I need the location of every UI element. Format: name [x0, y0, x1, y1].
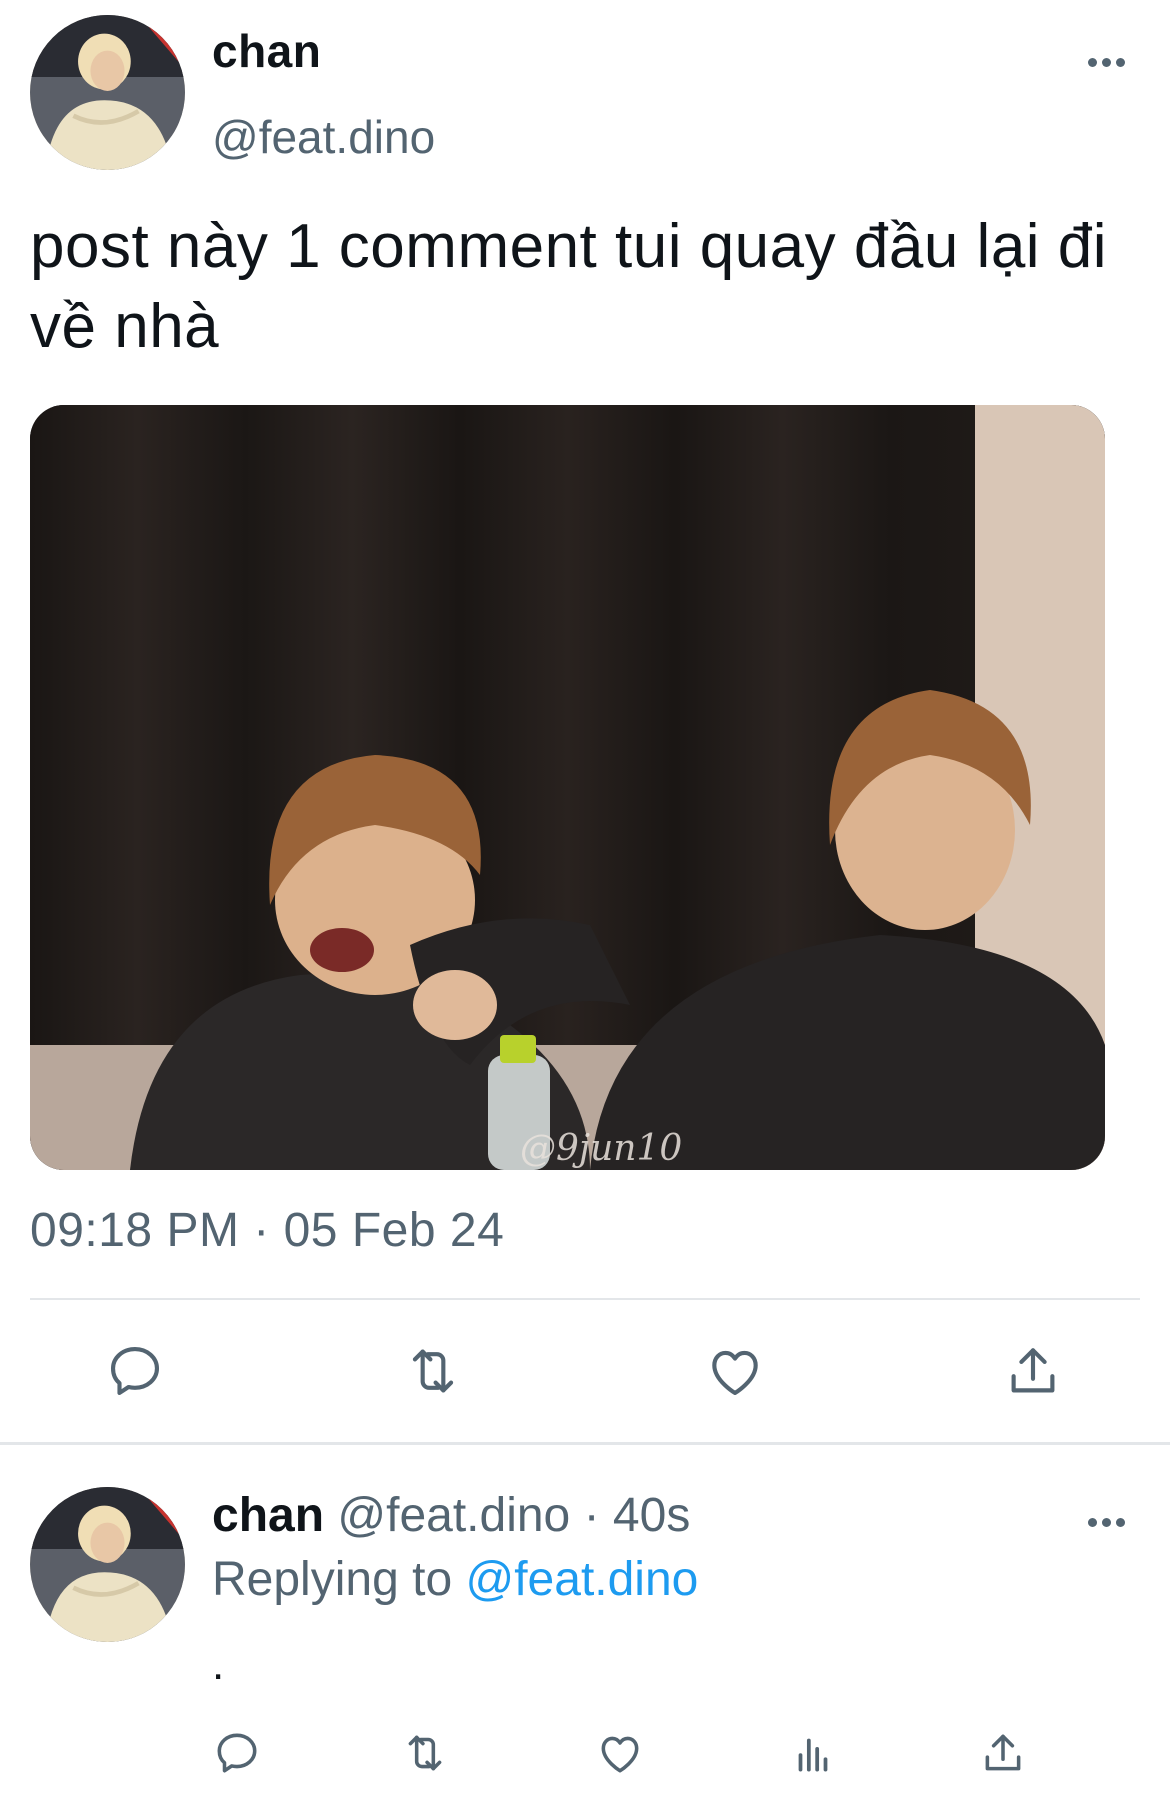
- author-handle[interactable]: @feat.dino: [212, 110, 435, 164]
- share-icon: [985, 1734, 1021, 1771]
- reply-analytics-button[interactable]: [788, 1728, 838, 1778]
- tweet-image[interactable]: @9jun10: [30, 405, 1105, 1170]
- like-icon: [601, 1736, 639, 1773]
- photo-two-people: @9jun10: [30, 405, 1105, 1170]
- reply-retweet-button[interactable]: [400, 1728, 450, 1778]
- reply-text: .: [212, 1640, 225, 1689]
- reply-share-button[interactable]: [978, 1728, 1028, 1778]
- retweet-button[interactable]: [402, 1340, 464, 1402]
- reply-reply-button[interactable]: [212, 1728, 262, 1778]
- reply-like-button[interactable]: [595, 1728, 645, 1778]
- author-name[interactable]: chan: [212, 24, 321, 78]
- reply-header: chan @feat.dino · 40s: [212, 1488, 690, 1543]
- share-icon: [1011, 1348, 1055, 1393]
- reply-icon: [110, 1346, 160, 1396]
- like-button[interactable]: [704, 1340, 766, 1402]
- reply-separator: ·: [583, 1489, 600, 1542]
- reply-icon: [217, 1733, 257, 1773]
- retweet-icon: [408, 1735, 442, 1771]
- share-button[interactable]: [1002, 1340, 1064, 1402]
- author-avatar[interactable]: [30, 15, 185, 170]
- replying-to-mention[interactable]: @feat.dino: [465, 1553, 698, 1606]
- reply-more-icon[interactable]: [1088, 1518, 1126, 1530]
- reply-author-avatar[interactable]: [30, 1487, 185, 1642]
- more-icon[interactable]: [1088, 58, 1126, 70]
- replying-to-line: Replying to @feat.dino: [212, 1552, 698, 1607]
- analytics-icon: [798, 1738, 828, 1772]
- tweet-detail-page: chan @feat.dino post này 1 comment tui q…: [0, 0, 1170, 1799]
- section-divider: [0, 1442, 1170, 1445]
- reply-author-name[interactable]: chan: [212, 1489, 324, 1542]
- tweet-text: post này 1 comment tui quay đầu lại đi v…: [30, 212, 1108, 361]
- reply-time[interactable]: 40s: [613, 1489, 690, 1542]
- replying-prefix: Replying to: [212, 1553, 453, 1606]
- tweet-timestamp[interactable]: 09:18 PM · 05 Feb 24: [30, 1203, 504, 1258]
- like-icon: [712, 1350, 758, 1396]
- retweet-icon: [412, 1349, 454, 1393]
- reply-button[interactable]: [104, 1340, 166, 1402]
- image-watermark: @9jun10: [520, 1128, 682, 1169]
- divider: [30, 1298, 1140, 1300]
- avatar-photo: [30, 1487, 185, 1642]
- reply-author-handle[interactable]: @feat.dino: [337, 1489, 570, 1542]
- avatar-photo: [30, 15, 185, 170]
